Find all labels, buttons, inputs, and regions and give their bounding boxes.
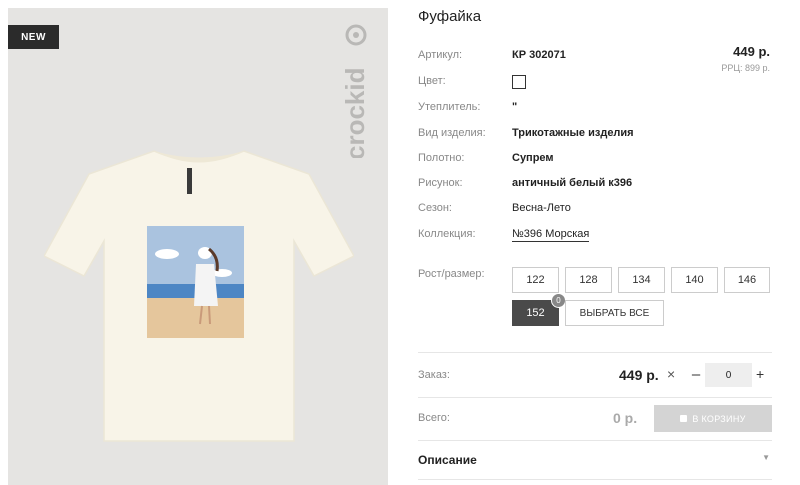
pattern-label: Рисунок: xyxy=(418,177,463,189)
type-value: Трикотажные изделия xyxy=(512,127,634,139)
collection-link[interactable]: №396 Морская xyxy=(512,228,590,242)
product-title: Фуфайка xyxy=(418,8,482,25)
qty-input[interactable] xyxy=(705,363,752,387)
size-label: Рост/размер: xyxy=(418,268,485,280)
size-count-badge: 0 xyxy=(551,293,566,308)
times-icon: × xyxy=(667,366,676,382)
total-label: Всего: xyxy=(418,412,450,424)
brand-logo: crockid xyxy=(340,24,370,159)
article-value: КР 302071 xyxy=(512,49,566,61)
description-toggle[interactable]: Описание xyxy=(418,453,477,467)
size-button-140[interactable]: 140 xyxy=(671,267,718,293)
collection-link-wrapper[interactable]: №396 Морская xyxy=(512,228,590,242)
order-label: Заказ: xyxy=(418,369,450,381)
color-swatch[interactable] xyxy=(512,75,526,89)
article-label: Артикул: xyxy=(418,49,463,61)
add-to-cart-button[interactable]: В КОРЗИНУ xyxy=(654,405,772,432)
season-label: Сезон: xyxy=(418,202,452,214)
divider xyxy=(418,479,772,480)
size-button-134[interactable]: 134 xyxy=(618,267,665,293)
divider xyxy=(418,397,772,398)
product-image[interactable]: NEW crockid xyxy=(8,8,388,485)
fabric-value: Супрем xyxy=(512,152,554,164)
product-price: 449 р. xyxy=(733,44,770,59)
order-price: 449 р. xyxy=(619,367,659,383)
select-all-button[interactable]: ВЫБРАТЬ ВСЕ xyxy=(565,300,664,326)
chevron-down-icon[interactable]: ▼ xyxy=(762,453,770,462)
type-label: Вид изделия: xyxy=(418,127,486,139)
qty-plus-button[interactable]: + xyxy=(756,366,764,382)
pattern-value: античный белый к396 xyxy=(512,177,633,189)
size-button-128[interactable]: 128 xyxy=(565,267,612,293)
divider xyxy=(418,440,772,441)
brand-logo-text: crockid xyxy=(340,68,370,159)
qty-minus-button[interactable]: – xyxy=(690,366,702,383)
size-button-146[interactable]: 146 xyxy=(724,267,770,293)
tshirt-image xyxy=(44,150,354,442)
product-rrc: РРЦ: 899 р. xyxy=(721,63,770,73)
total-value: 0 р. xyxy=(613,410,638,426)
new-badge: NEW xyxy=(8,25,59,49)
insulation-value: " xyxy=(512,101,518,113)
collection-label: Коллекция: xyxy=(418,228,476,240)
season-value: Весна-Лето xyxy=(512,202,571,214)
fabric-label: Полотно: xyxy=(418,152,465,164)
add-to-cart-label: В КОРЗИНУ xyxy=(692,413,746,424)
cart-icon xyxy=(680,415,688,422)
divider xyxy=(418,352,772,353)
color-label: Цвет: xyxy=(418,75,446,87)
insulation-label: Утеплитель: xyxy=(418,101,481,113)
size-button-122[interactable]: 122 xyxy=(512,267,559,293)
